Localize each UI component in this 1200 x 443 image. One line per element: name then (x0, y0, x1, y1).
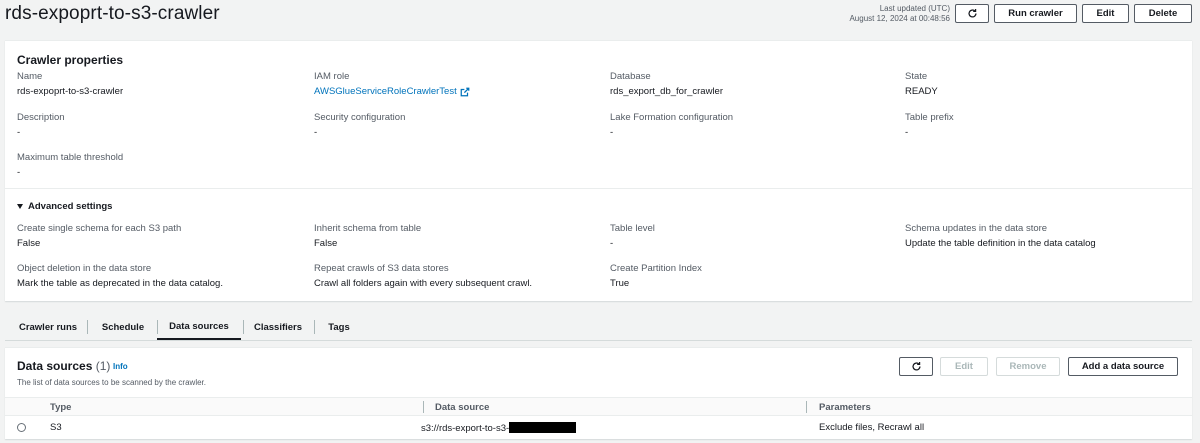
edit-button[interactable]: Edit (1082, 4, 1129, 23)
table-prefix-value: - (905, 127, 909, 138)
column-separator[interactable] (806, 401, 807, 413)
advanced-settings-title: Advanced settings (28, 201, 113, 212)
cell-data-source: s3://rds-export-to-s3- (421, 422, 577, 434)
tab-separator (87, 320, 88, 334)
refresh-button[interactable] (955, 4, 989, 23)
tab-data-sources[interactable]: Data sources (157, 314, 241, 340)
lake-formation-label: Lake Formation configuration (610, 112, 734, 123)
schema-updates-label: Schema updates in the data store (905, 223, 1048, 234)
add-data-source-button[interactable]: Add a data source (1068, 357, 1178, 376)
object-deletion-value: Mark the table as deprecated in the data… (17, 278, 223, 289)
panel-title: Crawler properties (17, 53, 124, 67)
iam-role-label: IAM role (314, 71, 350, 82)
last-updated-label: Last updated (UTC) (879, 4, 950, 13)
cell-type: S3 (50, 422, 62, 433)
crawler-properties-panel: Crawler properties Name rds-expoprt-to-s… (5, 40, 1192, 301)
last-updated: Last updated (UTC) August 12, 2024 at 00… (849, 4, 950, 24)
column-header-type[interactable]: Type (50, 402, 71, 413)
state-label: State (905, 71, 928, 82)
lake-formation-value: - (610, 127, 614, 138)
partition-index-value: True (610, 278, 630, 289)
iam-role-value[interactable]: AWSGlueServiceRoleCrawlerTest (314, 86, 457, 97)
schema-updates-value: Update the table definition in the data … (905, 238, 1096, 249)
cell-parameters: Exclude files, Recrawl all (819, 422, 925, 433)
run-crawler-button[interactable]: Run crawler (994, 4, 1077, 23)
data-source-remove-button[interactable]: Remove (996, 357, 1060, 376)
refresh-icon (968, 9, 977, 18)
advanced-settings-toggle[interactable]: Advanced settings (17, 201, 112, 212)
state-value: READY (905, 86, 938, 97)
delete-button[interactable]: Delete (1134, 4, 1192, 23)
column-separator[interactable] (423, 401, 424, 413)
data-sources-count: (1) (95, 359, 111, 373)
single-schema-label: Create single schema for each S3 path (17, 223, 182, 234)
external-link-icon (460, 87, 470, 96)
max-threshold-label: Maximum table threshold (17, 152, 124, 163)
last-updated-value: August 12, 2024 at 00:48:56 (849, 14, 950, 23)
data-sources-panel: Data sources (1) Info The list of data s… (5, 347, 1192, 439)
caret-down-icon (17, 204, 23, 209)
data-sources-title-text: Data sources (17, 359, 93, 373)
column-header-data-source[interactable]: Data source (435, 402, 489, 413)
single-schema-value: False (17, 238, 41, 249)
tab-crawler-runs[interactable]: Crawler runs (10, 314, 86, 340)
page-title: rds-expoprt-to-s3-crawler (5, 3, 220, 24)
tab-separator (314, 320, 315, 334)
table-row[interactable]: S3 s3://rds-export-to-s3- Exclude files,… (5, 417, 1192, 437)
data-sources-refresh-button[interactable] (899, 357, 933, 376)
tab-classifiers[interactable]: Classifiers (245, 314, 311, 340)
iam-role-link[interactable]: AWSGlueServiceRoleCrawlerTest (314, 86, 470, 97)
tab-tags[interactable]: Tags (316, 314, 362, 340)
page-header: rds-expoprt-to-s3-crawler Last updated (… (0, 0, 1200, 30)
info-link[interactable]: Info (113, 362, 128, 371)
description-label: Description (17, 112, 65, 123)
data-source-path: s3://rds-export-to-s3- (421, 423, 510, 434)
security-config-value: - (314, 127, 318, 138)
table-prefix-label: Table prefix (905, 112, 954, 123)
description-value: - (17, 127, 21, 138)
data-sources-description: The list of data sources to be scanned b… (17, 378, 206, 387)
security-config-label: Security configuration (314, 112, 406, 123)
database-label: Database (610, 71, 651, 82)
partition-index-label: Create Partition Index (610, 263, 702, 274)
repeat-crawls-label: Repeat crawls of S3 data stores (314, 263, 449, 274)
tab-separator (243, 320, 244, 334)
row-select-radio[interactable] (17, 423, 26, 432)
tab-schedule[interactable]: Schedule (89, 314, 157, 340)
table-level-value: - (610, 238, 614, 249)
table-level-label: Table level (610, 223, 655, 234)
data-sources-title: Data sources (1) (17, 359, 110, 373)
inherit-schema-label: Inherit schema from table (314, 223, 422, 234)
column-header-parameters[interactable]: Parameters (819, 402, 871, 413)
tab-bar: Crawler runs Schedule Data sources Class… (5, 314, 1192, 341)
table-header: Type Data source Parameters (5, 397, 1192, 416)
inherit-schema-value: False (314, 238, 338, 249)
max-threshold-value: - (17, 167, 21, 178)
data-source-edit-button[interactable]: Edit (940, 357, 988, 376)
database-value: rds_export_db_for_crawler (610, 86, 724, 97)
name-label: Name (17, 71, 43, 82)
section-divider (5, 188, 1192, 189)
redaction-block (509, 422, 577, 433)
name-value: rds-expoprt-to-s3-crawler (17, 86, 124, 97)
refresh-icon (912, 362, 921, 371)
repeat-crawls-value: Crawl all folders again with every subse… (314, 278, 533, 289)
object-deletion-label: Object deletion in the data store (17, 263, 152, 274)
